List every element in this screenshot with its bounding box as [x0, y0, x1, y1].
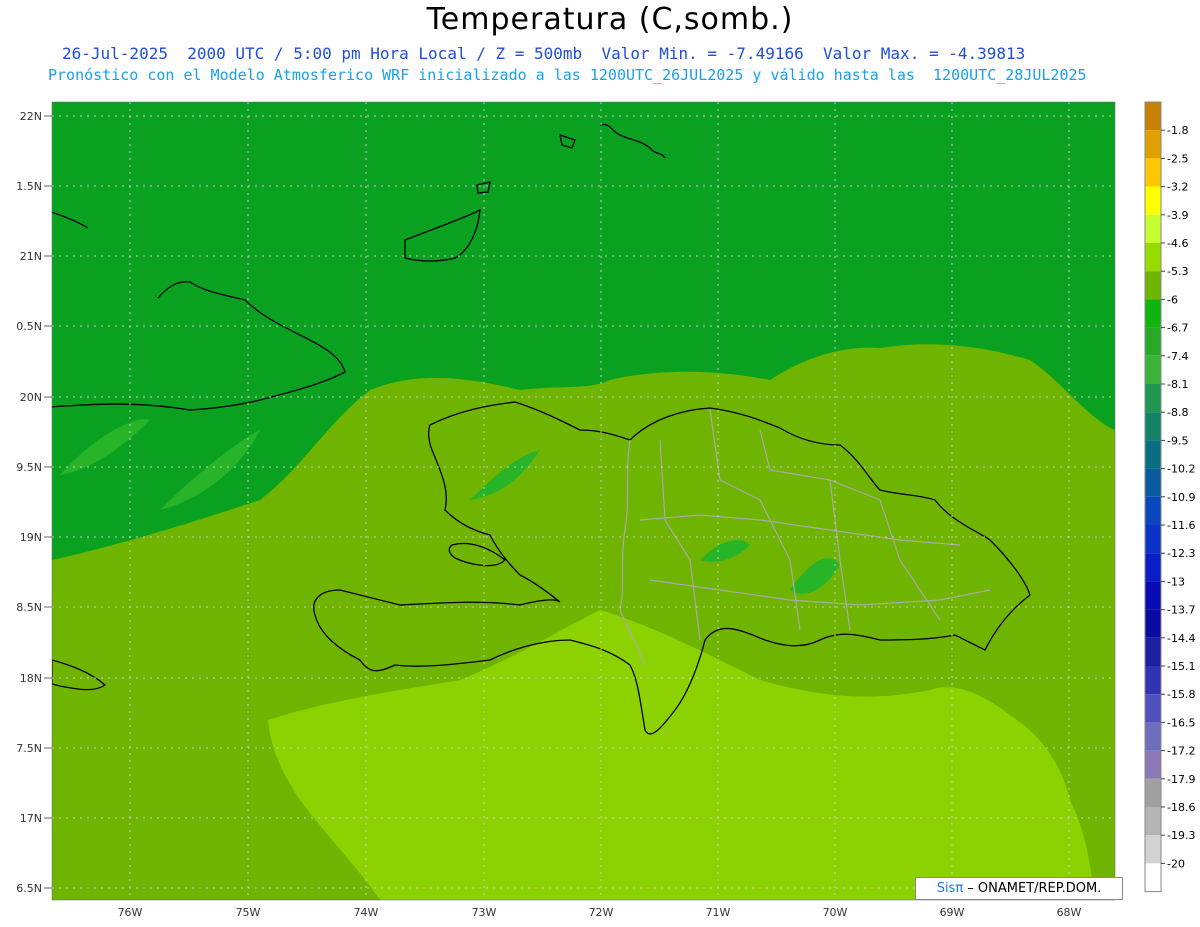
lat-label: 21N	[20, 250, 42, 263]
colorbar-label: -17.9	[1167, 773, 1195, 786]
colorbar-label: -6	[1167, 293, 1178, 306]
lat-label: 17N	[20, 812, 42, 825]
colorbar-label: -8.8	[1167, 406, 1188, 419]
colorbar-label: -17.2	[1167, 745, 1195, 758]
colorbar-label: -14.4	[1167, 632, 1195, 645]
colorbar-label: -9.5	[1167, 434, 1188, 447]
lon-label: 73W	[472, 906, 497, 919]
colorbar-label: -10.9	[1167, 491, 1195, 504]
lon-label: 74W	[354, 906, 379, 919]
colorbar-swatch	[1145, 214, 1161, 243]
lat-label: 6.5N	[16, 882, 42, 895]
lon-label: 76W	[118, 906, 143, 919]
colorbar-swatch	[1145, 327, 1161, 356]
lat-label: 0.5N	[16, 320, 42, 333]
colorbar-label: -13	[1167, 575, 1185, 588]
credit-box: Sisπ – ONAMET/REP.DOM.	[915, 877, 1123, 900]
lon-label: 71W	[706, 906, 731, 919]
colorbar-swatch	[1145, 496, 1161, 525]
lon-label: 68W	[1057, 906, 1082, 919]
colorbar-label: -5.3	[1167, 265, 1188, 278]
colorbar-swatch	[1145, 666, 1161, 695]
lon-label: 75W	[236, 906, 261, 919]
colorbar-label: -3.2	[1167, 181, 1188, 194]
colorbar-swatch	[1145, 863, 1161, 892]
colorbar-swatch	[1145, 271, 1161, 300]
colorbar-label: -15.8	[1167, 688, 1195, 701]
colorbar-swatch	[1145, 158, 1161, 187]
colorbar-label: -6.7	[1167, 322, 1188, 335]
colorbar-label: -8.1	[1167, 378, 1188, 391]
colorbar-label: -18.6	[1167, 801, 1195, 814]
colorbar-swatch	[1145, 384, 1161, 413]
colorbar-label: -13.7	[1167, 604, 1195, 617]
colorbar-label: -7.4	[1167, 350, 1188, 363]
colorbar-label: -16.5	[1167, 716, 1195, 729]
colorbar-swatch	[1145, 609, 1161, 638]
lat-label: 19N	[20, 531, 42, 544]
lon-label: 72W	[589, 906, 614, 919]
colorbar-label: -20	[1167, 857, 1185, 870]
lat-label: 22N	[20, 110, 42, 123]
colorbar-swatch	[1145, 440, 1161, 469]
lat-label: 7.5N	[16, 742, 42, 755]
lat-label: 8.5N	[16, 601, 42, 614]
sis-logo-text: Sisπ	[936, 881, 964, 896]
colorbar-swatch	[1145, 130, 1161, 159]
colorbar-swatch	[1145, 750, 1161, 779]
colorbar-swatch	[1145, 525, 1161, 554]
colorbar-swatch	[1145, 581, 1161, 610]
colorbar-swatch	[1145, 243, 1161, 272]
colorbar-swatch	[1145, 412, 1161, 441]
colorbar-label: -15.1	[1167, 660, 1195, 673]
colorbar-swatch	[1145, 299, 1161, 328]
colorbar-swatch	[1145, 553, 1161, 582]
colorbar-label: -3.9	[1167, 209, 1188, 222]
colorbar-swatch	[1145, 637, 1161, 666]
lat-label: 20N	[20, 391, 42, 404]
colorbar-label: -1.8	[1167, 124, 1188, 137]
colorbar: -1.8 -2.5 -3.2 -3.9 -4.6 -5.3 -6 -6.7 -7.4 -8.1 -8…	[1144, 101, 1195, 893]
lat-label: 18N	[20, 672, 42, 685]
colorbar-label: -4.6	[1167, 237, 1188, 250]
lon-label: 69W	[940, 906, 965, 919]
lat-label: 1.5N	[16, 180, 42, 193]
colorbar-label: -19.3	[1167, 829, 1195, 842]
colorbar-label: -2.5	[1167, 152, 1188, 165]
colorbar-swatch	[1145, 186, 1161, 215]
colorbar-label: -10.2	[1167, 463, 1195, 476]
colorbar-label: -12.3	[1167, 547, 1195, 560]
lat-label: 9.5N	[16, 461, 42, 474]
colorbar-swatch	[1145, 778, 1161, 807]
colorbar-swatch	[1145, 355, 1161, 384]
colorbar-swatch	[1145, 835, 1161, 864]
colorbar-swatch	[1145, 807, 1161, 836]
colorbar-swatch	[1145, 102, 1161, 131]
colorbar-swatch	[1145, 468, 1161, 497]
credit-text: – ONAMET/REP.DOM.	[963, 881, 1102, 896]
colorbar-swatch	[1145, 722, 1161, 751]
temperature-map: 22N 1.5N 21N 0.5N 20N 9.5N 19N 8.5N 18N …	[16, 101, 1195, 919]
lon-label: 70W	[823, 906, 848, 919]
colorbar-label: -11.6	[1167, 519, 1195, 532]
colorbar-swatch	[1145, 694, 1161, 723]
